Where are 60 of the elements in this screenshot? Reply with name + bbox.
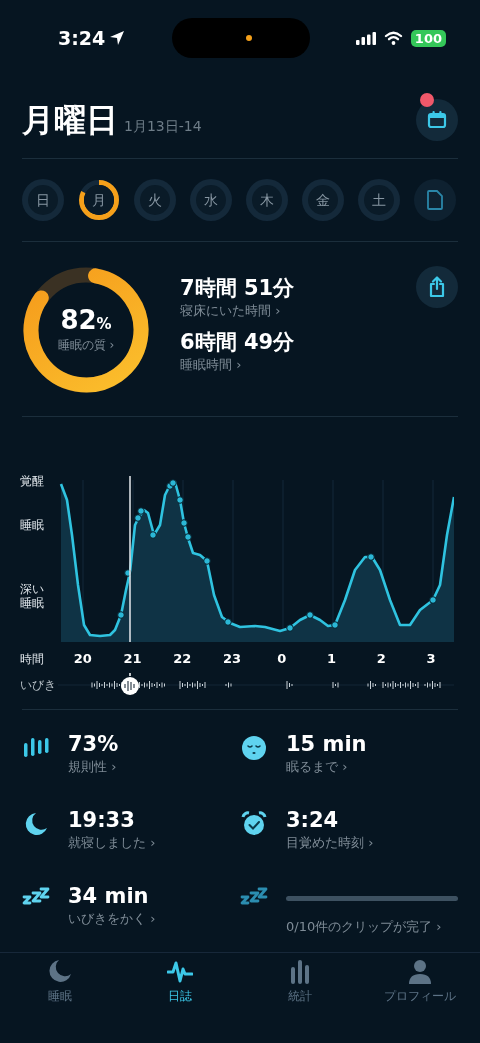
status-time: 3:24 bbox=[58, 25, 106, 51]
day-tab[interactable]: 土 bbox=[358, 179, 400, 221]
nav-tab[interactable]: プロフィール bbox=[360, 959, 480, 1007]
axis-label: 睡眠 bbox=[20, 519, 45, 533]
report-button[interactable] bbox=[414, 179, 456, 221]
axis-label: 深い睡眠 bbox=[20, 583, 45, 611]
day-tab[interactable]: 金 bbox=[302, 179, 344, 221]
score-link[interactable]: 睡眠の質 › bbox=[57, 335, 115, 354]
axis-label: 21 bbox=[122, 650, 143, 668]
metric-link[interactable]: 眠るまで › bbox=[286, 756, 367, 777]
wifi-icon bbox=[383, 31, 403, 45]
axis-label: 22 bbox=[172, 650, 193, 668]
document-icon bbox=[427, 190, 443, 210]
axis-label: 0 bbox=[276, 650, 288, 668]
duration-value: 7時間 51分 bbox=[180, 276, 295, 302]
day-tab[interactable]: 木 bbox=[246, 179, 288, 221]
metric-value: 34 min bbox=[68, 883, 150, 909]
date-range: 1月13日-14 bbox=[124, 117, 202, 136]
signal-icon bbox=[355, 31, 376, 45]
axis-label: 覚醒 bbox=[20, 475, 45, 489]
calendar-icon bbox=[427, 110, 447, 130]
duration-link[interactable]: 寝床にいた時間 › bbox=[180, 301, 295, 321]
axis-label: 2 bbox=[375, 650, 387, 668]
axis-label: 20 bbox=[72, 650, 93, 668]
alarm-clock-icon bbox=[240, 810, 268, 837]
metric-value: 3:24 bbox=[286, 807, 340, 833]
page-title: 月曜日 bbox=[22, 100, 118, 141]
battery-level: 100 bbox=[410, 29, 446, 47]
playhead-handle[interactable] bbox=[120, 672, 140, 697]
metric-value: 19:33 bbox=[68, 807, 136, 833]
moon-icon bbox=[47, 959, 73, 985]
location-arrow-icon bbox=[109, 30, 126, 46]
axis-title: 時間 bbox=[20, 650, 45, 668]
share-icon bbox=[428, 276, 446, 298]
person-icon bbox=[407, 959, 433, 985]
day-tab[interactable]: 火 bbox=[134, 179, 176, 221]
metric-link[interactable]: 就寝しました › bbox=[68, 832, 156, 853]
share-button[interactable] bbox=[416, 266, 458, 308]
day-tab[interactable]: 日 bbox=[22, 179, 64, 221]
nav-tab[interactable]: 統計 bbox=[240, 959, 360, 1007]
calendar-button[interactable] bbox=[416, 99, 458, 141]
wave-icon bbox=[167, 959, 193, 985]
day-tab[interactable]: 水 bbox=[190, 179, 232, 221]
metric-value: 15 min bbox=[286, 731, 367, 757]
nav-tab[interactable]: 睡眠 bbox=[0, 959, 120, 1007]
privacy-indicator-dot bbox=[245, 35, 252, 41]
duration-value: 6時間 49分 bbox=[180, 329, 295, 355]
snore-label: いびき bbox=[20, 676, 57, 694]
metric-link[interactable]: 目覚めた時刻 › bbox=[286, 832, 374, 853]
axis-label: 1 bbox=[326, 650, 338, 668]
metric-link[interactable]: いびきをかく › bbox=[68, 908, 156, 929]
metric-link[interactable]: 0/10件のクリップが完了 › bbox=[286, 916, 458, 936]
axis-label: 23 bbox=[221, 650, 243, 668]
metric-link[interactable]: 規則性 › bbox=[68, 756, 119, 777]
sleepy-face-icon bbox=[240, 734, 268, 761]
metric-value: 73% bbox=[68, 731, 119, 757]
duration-link[interactable]: 睡眠時間 › bbox=[180, 354, 295, 375]
axis-label: 3 bbox=[425, 650, 437, 668]
nav-tab[interactable]: 日誌 bbox=[120, 959, 240, 1007]
score-value: 82% bbox=[60, 306, 112, 333]
